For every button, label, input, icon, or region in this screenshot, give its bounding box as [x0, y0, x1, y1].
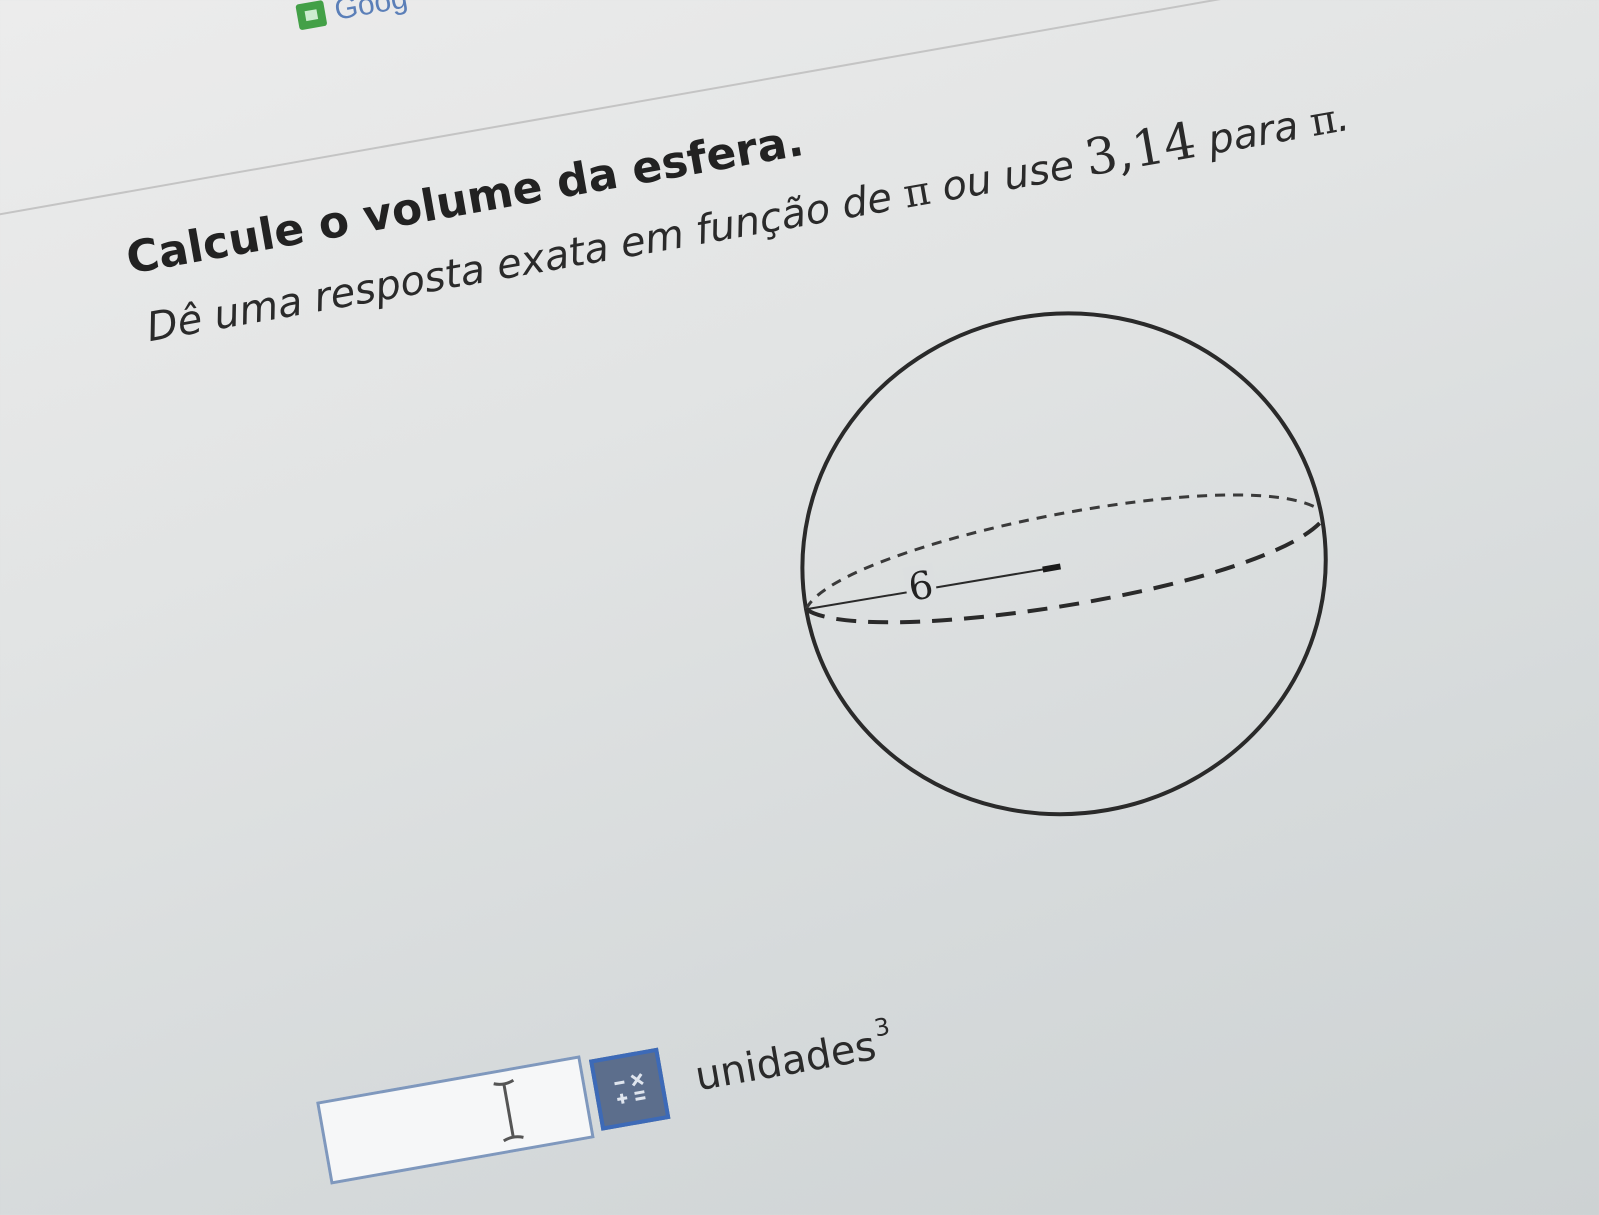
instruction-text: ou use — [925, 140, 1091, 214]
answer-row: unidades3 — [316, 1002, 900, 1185]
exercise-page: Goog Calcule o volume da esfera. Dê uma … — [0, 0, 1599, 1197]
unit-label: unidades3 — [691, 1012, 897, 1101]
math-keypad-button[interactable] — [588, 1047, 671, 1131]
instruction-text: para — [1191, 100, 1315, 167]
math-keypad-icon — [614, 1073, 646, 1104]
browser-tab[interactable]: Goog — [295, 0, 411, 34]
sheets-favicon-icon — [295, 0, 328, 31]
equator-back-dashed — [804, 493, 1322, 610]
unit-text: unidades — [691, 1023, 880, 1101]
equator-front-dashed — [804, 518, 1324, 625]
unit-exponent: 3 — [872, 1012, 892, 1043]
text-cursor-icon — [493, 1078, 524, 1143]
sphere-outline — [800, 311, 1328, 817]
answer-input[interactable] — [316, 1055, 595, 1185]
tab-label: Goog — [332, 0, 411, 27]
approx-value: 3,14 — [1080, 111, 1201, 188]
center-mark — [1042, 563, 1061, 573]
sphere-diagram: 6 — [800, 311, 1328, 817]
